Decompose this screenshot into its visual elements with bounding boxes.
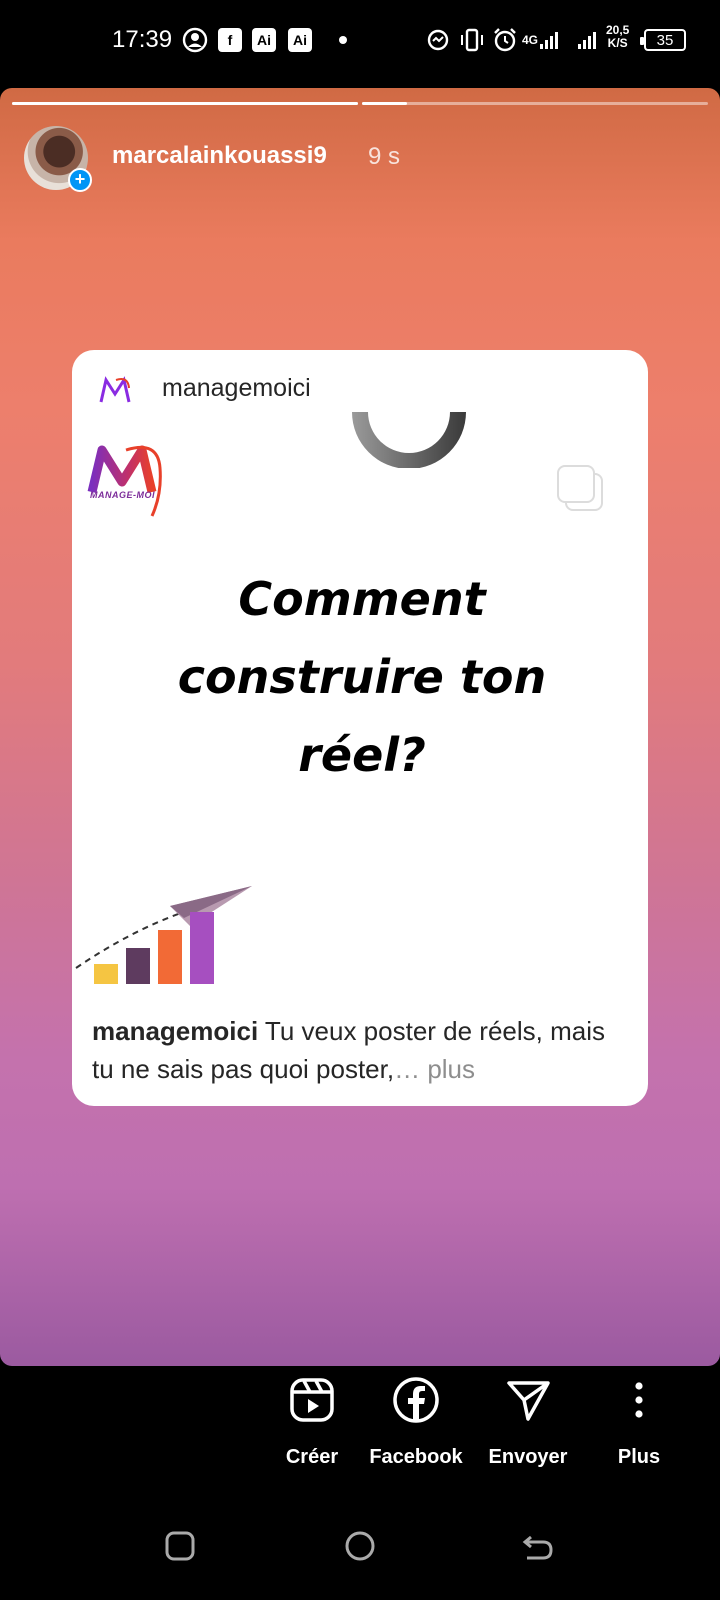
4g-signal-icon: 4G: [522, 27, 560, 53]
send-icon: [507, 1381, 550, 1421]
account-logo-icon[interactable]: [98, 374, 132, 408]
status-time: 17:39: [112, 26, 173, 53]
story-actions-bar: Créer Facebook Envoyer Plus: [0, 1370, 720, 1490]
post-caption[interactable]: managemoici Tu veux poster de réels, mai…: [92, 1012, 628, 1088]
more-label: Plus: [617, 1446, 661, 1468]
data-saver-icon: [426, 27, 450, 53]
avatar[interactable]: +: [24, 126, 92, 192]
account-circle-icon: [182, 27, 208, 53]
ai-icon: Ai: [288, 27, 312, 53]
network-speed: 20,5 K/S: [606, 23, 630, 50]
post-account-name[interactable]: managemoici: [162, 374, 311, 403]
more-button[interactable]: Plus: [584, 1376, 694, 1469]
caption-username[interactable]: managemoici: [92, 1016, 258, 1046]
battery-indicator: 35: [640, 29, 686, 51]
signal-icon: [576, 27, 598, 53]
create-button[interactable]: Créer: [257, 1376, 367, 1469]
system-navigation-bar: [0, 1490, 720, 1600]
headline-line: réel?: [298, 728, 426, 782]
home-button[interactable]: [340, 1526, 380, 1566]
recent-apps-button[interactable]: [160, 1526, 200, 1566]
post-image[interactable]: MANAGE-MOI Comment construire ton réel?: [72, 412, 648, 1010]
carousel-icon: [557, 465, 603, 511]
back-button[interactable]: [518, 1526, 558, 1566]
facebook-label: Facebook: [369, 1446, 463, 1468]
create-label: Créer: [285, 1446, 339, 1468]
headline-line: construire ton: [177, 650, 547, 704]
story-progress-bar: [12, 102, 358, 105]
story-view[interactable]: + marcalainkouassi9 9 s managemoici MANA…: [0, 88, 720, 1366]
facebook-icon: [393, 1377, 439, 1423]
square-icon: [165, 1531, 195, 1561]
back-arrow-icon: [522, 1535, 553, 1560]
status-bar: 17:39 f Ai Ai 4G 20,5 K/S 35: [0, 0, 720, 82]
circle-icon: [345, 1531, 375, 1561]
more-vertical-icon: [635, 1382, 643, 1418]
story-timestamp: 9 s: [368, 143, 401, 170]
alarm-icon: [492, 27, 518, 53]
story-progress-bar: [362, 102, 708, 105]
loading-arc-icon: [352, 412, 466, 468]
story-username[interactable]: marcalainkouassi9: [112, 142, 327, 170]
growth-chart-illustration: [75, 886, 252, 984]
reels-icon: [290, 1378, 334, 1422]
headline-line: Comment: [238, 572, 486, 626]
add-story-icon[interactable]: +: [68, 168, 92, 192]
facebook-icon: f: [218, 27, 242, 53]
caption-more-link[interactable]: … plus: [394, 1054, 475, 1084]
brand-text: MANAGE-MOI: [90, 490, 155, 500]
vibrate-icon: [458, 27, 486, 53]
shared-post-card[interactable]: managemoici MANAGE-MOI Comment construir…: [72, 350, 648, 1106]
post-headline: Comment construire ton réel?: [112, 560, 612, 794]
ai-icon: Ai: [252, 27, 276, 53]
send-button[interactable]: Envoyer: [473, 1376, 583, 1469]
brand-logo-icon: [87, 445, 162, 517]
dot-icon: [338, 27, 348, 53]
facebook-share-button[interactable]: Facebook: [361, 1376, 471, 1469]
send-label: Envoyer: [488, 1446, 568, 1468]
